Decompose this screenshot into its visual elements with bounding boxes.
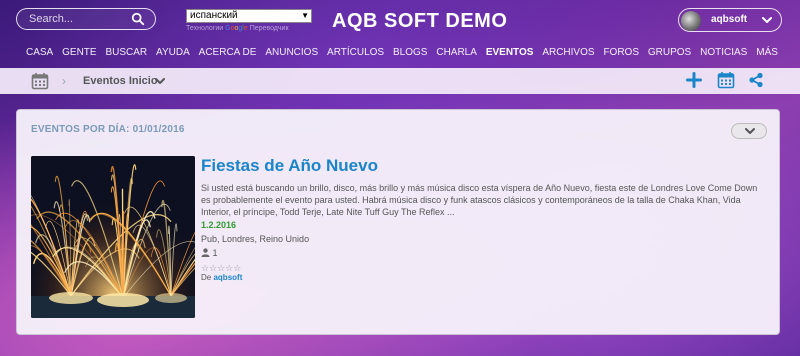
- user-icon: [201, 248, 210, 257]
- search-input[interactable]: [29, 11, 129, 27]
- user-menu[interactable]: aqbsoft: [678, 8, 782, 32]
- google-logo: Google: [225, 25, 248, 32]
- nav-item-charla[interactable]: CHARLA: [436, 44, 477, 62]
- language-select[interactable]: испанский ▼: [186, 9, 312, 23]
- chevron-down-icon[interactable]: [155, 76, 165, 86]
- nav-item-grupos[interactable]: GRUPOS: [648, 44, 691, 62]
- search-box[interactable]: [16, 8, 156, 30]
- collapse-button[interactable]: [731, 123, 767, 139]
- events-panel: EVENTOS POR DÍA: 01/01/2016 Fiestas de A…: [16, 109, 780, 335]
- sub-toolbar: › Eventos Inicio: [0, 68, 800, 94]
- event-description: Si usted está buscando un brillo, disco,…: [201, 183, 758, 217]
- google-translate-note[interactable]: Технологии Google Переводчик: [186, 25, 289, 32]
- chevron-down-icon[interactable]: [762, 15, 772, 25]
- nav-item-ayuda[interactable]: AYUDA: [156, 44, 190, 62]
- breadcrumb[interactable]: Eventos Inicio: [83, 75, 158, 87]
- nav-item-noticias[interactable]: NOTICIAS: [700, 44, 747, 62]
- nav-item-eventos[interactable]: EVENTOS: [486, 44, 534, 62]
- nav-item-archivos[interactable]: ARCHIVOS: [542, 44, 594, 62]
- plus-icon[interactable]: [686, 72, 702, 88]
- main-nav: CASA GENTE BUSCAR AYUDA ACERCA DE ANUNCIOS ART…: [0, 44, 800, 62]
- event-date: 1.2.2016: [201, 220, 237, 230]
- event-image[interactable]: [31, 156, 195, 318]
- language-select-value: испанский: [190, 10, 238, 21]
- share-icon[interactable]: [748, 72, 764, 88]
- nav-item-foros[interactable]: FOROS: [603, 44, 639, 62]
- translate-prefix: Технологии: [186, 25, 224, 32]
- author-link[interactable]: aqbsoft: [213, 273, 242, 282]
- translate-suffix: Переводчик: [249, 25, 289, 32]
- nav-item-más[interactable]: MÁS: [756, 44, 778, 62]
- nav-item-anuncios[interactable]: ANUNCIOS: [265, 44, 318, 62]
- calendar-icon[interactable]: [31, 72, 49, 90]
- participants-count: 1: [212, 248, 218, 258]
- username[interactable]: aqbsoft: [711, 14, 747, 25]
- event-author: De aqbsoft: [201, 273, 242, 282]
- site-header: испанский ▼ Технологии Google Переводчик…: [0, 0, 800, 68]
- nav-item-gente[interactable]: GENTE: [62, 44, 96, 62]
- nav-item-buscar[interactable]: BUSCAR: [105, 44, 147, 62]
- author-prefix: De: [201, 273, 212, 282]
- avatar[interactable]: [681, 11, 701, 31]
- chevron-down-icon: [745, 128, 755, 134]
- nav-item-artículos[interactable]: ARTÍCULOS: [327, 44, 384, 62]
- nav-item-casa[interactable]: CASA: [26, 44, 53, 62]
- chevron-right-icon: ›: [62, 74, 66, 88]
- nav-item-blogs[interactable]: BLOGS: [393, 44, 427, 62]
- dropdown-arrow-icon: ▼: [301, 11, 309, 20]
- event-location: Pub, Londres, Reino Unido: [201, 234, 310, 244]
- search-icon[interactable]: [131, 12, 145, 26]
- nav-item-acerca-de[interactable]: ACERCA DE: [199, 44, 257, 62]
- panel-header: EVENTOS POR DÍA: 01/01/2016: [31, 124, 185, 135]
- event-title[interactable]: Fiestas de Año Nuevo: [201, 156, 378, 176]
- calendar-icon[interactable]: [717, 71, 735, 89]
- event-participants[interactable]: 1: [201, 248, 218, 258]
- fireworks-illustration: [31, 156, 195, 318]
- site-title[interactable]: AQB SOFT DEMO: [332, 10, 507, 33]
